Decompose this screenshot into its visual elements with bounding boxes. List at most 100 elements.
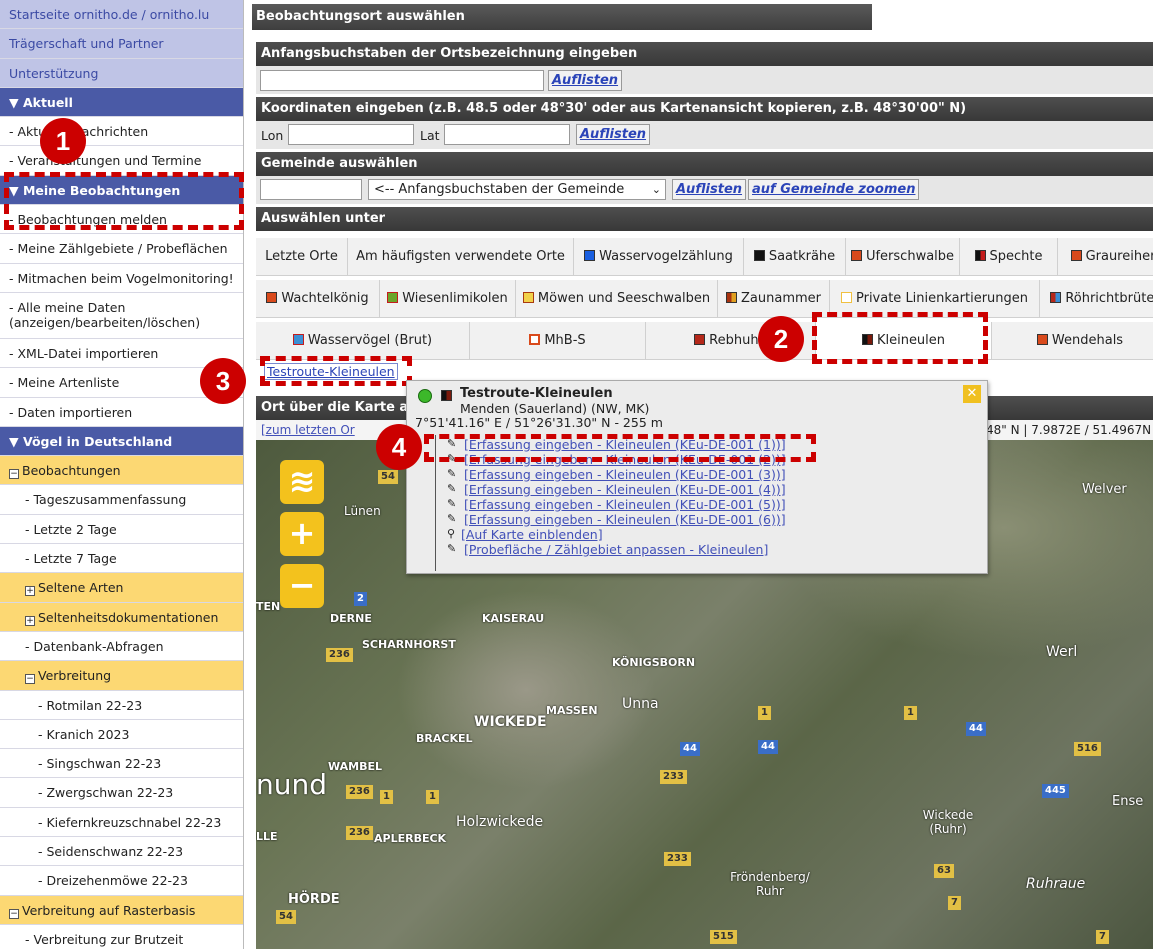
popup-link-erfassung-4[interactable]: [Erfassung eingeben - Kleineulen (KEu-DE…: [464, 482, 786, 497]
sidebar-item-seidenschwanz[interactable]: - Seidenschwanz 22-23: [0, 837, 243, 867]
zoom-in-button[interactable]: +: [280, 512, 324, 556]
popup-link-probeflaeche[interactable]: [Probefläche / Zählgebiet anpassen - Kle…: [464, 542, 768, 557]
sidebar-item-letzte-7-tage[interactable]: - Letzte 7 Tage: [0, 544, 243, 574]
square-icon: [974, 250, 986, 261]
sidebar-item-singschwan[interactable]: - Singschwan 22-23: [0, 749, 243, 779]
sidebar-group-beobachtungen[interactable]: − Beobachtungen: [0, 456, 243, 486]
sidebar-item-label: Letzte 2 Tage: [33, 521, 117, 537]
sidebar-group-verbreitung[interactable]: − Verbreitung: [0, 661, 243, 691]
collapse-icon: −: [9, 908, 19, 919]
tab-label: Wendehals: [1051, 333, 1124, 348]
sidebar-link-partner[interactable]: Trägerschaft und Partner: [0, 29, 243, 59]
sidebar-section-label: Aktuell: [22, 94, 73, 110]
gemeinde-input[interactable]: [260, 179, 362, 200]
tab-wasservogelzaehlung[interactable]: Wasservogelzählung: [574, 238, 744, 275]
popup-link-erfassung-6[interactable]: [Erfassung eingeben - Kleineulen (KEu-DE…: [464, 512, 786, 527]
road-label: 2: [354, 592, 367, 606]
sidebar-item-kranich[interactable]: - Kranich 2023: [0, 720, 243, 750]
sidebar-section-voegel[interactable]: ▼ Vögel in Deutschland: [0, 426, 243, 457]
sidebar-item-dreizehenmoewe[interactable]: - Dreizehenmöwe 22-23: [0, 866, 243, 896]
tab-saatkraehe[interactable]: Saatkrähe: [744, 238, 846, 275]
sidebar-section-label: Vögel in Deutschland: [22, 433, 173, 449]
section-header-auswaehlen: Auswählen unter: [256, 207, 1153, 231]
sidebar-item-kiefernkreuzschnabel[interactable]: - Kiefernkreuzschnabel 22-23: [0, 808, 243, 838]
sidebar-group-raster[interactable]: − Verbreitung auf Rasterbasis: [0, 895, 243, 925]
popup-link-erfassung-5[interactable]: [Erfassung eingeben - Kleineulen (KEu-DE…: [464, 497, 786, 512]
tab-wendehals[interactable]: Wendehals: [992, 322, 1153, 359]
tab-graureiher[interactable]: Graureiher: [1058, 238, 1153, 275]
popup-coords: 7°51'41.16" E / 51°26'31.30" N - 255 m: [415, 415, 663, 430]
ortsbezeichnung-input[interactable]: [260, 70, 544, 91]
lat-input[interactable]: [444, 124, 570, 145]
auflisten-button-3[interactable]: Auflisten: [672, 179, 747, 200]
sidebar-item-datenbank[interactable]: - Datenbank-Abfragen: [0, 632, 243, 662]
sidebar-item-label: Verbreitung zur Brutzeit: [33, 931, 184, 947]
tab-roehrichtbrueter[interactable]: Röhrichtbrüter: [1040, 280, 1153, 317]
tab-spechte[interactable]: Spechte: [960, 238, 1058, 275]
tab-haeufigste-orte[interactable]: Am häufigsten verwendete Orte: [348, 238, 574, 275]
annotation-box-route: [260, 356, 412, 386]
sidebar-item-zwergschwan[interactable]: - Zwergschwan 22-23: [0, 778, 243, 808]
sidebar-item-label: Alle meine Daten (anzeigen/bearbeiten/lö…: [9, 299, 201, 330]
sidebar-link-support[interactable]: Unterstützung: [0, 58, 243, 88]
square-icon: [441, 390, 452, 401]
popup-link-erfassung-3[interactable]: [Erfassung eingeben - Kleineulen (KEu-DE…: [464, 467, 786, 482]
square-icon: [694, 334, 706, 345]
zum-letzten-ort-link[interactable]: [zum letzten Or: [261, 423, 355, 437]
zoom-out-button[interactable]: −: [280, 564, 324, 608]
gemeinde-select[interactable]: <-- Anfangsbuchstaben der Gemeinde ⌄: [368, 179, 666, 200]
collapse-icon: −: [25, 674, 35, 685]
coord-readout: 48" N | 7.9872E / 51.4967N: [986, 423, 1152, 437]
sidebar-item-vogelmonitoring[interactable]: - Mitmachen beim Vogelmonitoring!: [0, 264, 243, 293]
gemeinde-select-value: <-- Anfangsbuchstaben der Gemeinde: [374, 182, 625, 197]
sidebar-link-home[interactable]: Startseite ornitho.de / ornitho.lu: [0, 0, 243, 30]
sidebar-item-brutzeit[interactable]: - Verbreitung zur Brutzeit: [0, 925, 243, 949]
sidebar-item-alle-daten[interactable]: - Alle meine Daten (anzeigen/bearbeiten/…: [0, 293, 243, 339]
road-label: 233: [664, 852, 691, 866]
triangle-down-icon: ▼: [9, 94, 23, 110]
road-label: 44: [680, 742, 700, 756]
tab-wiesenlimikolen[interactable]: Wiesenlimikolen: [380, 280, 516, 317]
tab-label: Möwen und Seeschwalben: [537, 291, 711, 306]
location-popup: Testroute-Kleineulen Menden (Sauerland) …: [406, 380, 988, 574]
map-place: Holzwickede: [456, 814, 544, 830]
sidebar-section-aktuell[interactable]: ▼ Aktuell: [0, 87, 243, 118]
sidebar-group-seltene-arten[interactable]: + Seltene Arten: [0, 573, 243, 603]
tab-letzte-orte[interactable]: Letzte Orte: [256, 238, 348, 275]
lon-input[interactable]: [288, 124, 414, 145]
tab-label: Röhrichtbrüter: [1065, 291, 1153, 306]
sidebar-item-daten-importieren[interactable]: - Daten importieren: [0, 398, 243, 427]
sidebar-item-rotmilan[interactable]: - Rotmilan 22-23: [0, 691, 243, 720]
sidebar-item-nachrichten[interactable]: - Aktuelle Nachrichten: [0, 117, 243, 147]
edit-icon: ✎: [447, 497, 457, 510]
sidebar-group-seltenheitsdoku[interactable]: + Seltenheitsdokumentationen: [0, 602, 243, 632]
close-icon[interactable]: ✕: [963, 385, 981, 403]
sidebar-item-label: Tageszusammenfassung: [33, 492, 187, 508]
auflisten-button-1[interactable]: Auflisten: [548, 70, 623, 91]
auf-gemeinde-zoomen-button[interactable]: auf Gemeinde zoomen: [748, 179, 920, 200]
map-place: WAMBEL: [328, 760, 383, 773]
map-place: Ruhraue: [1026, 876, 1086, 892]
section-header-ortsbezeichnung: Anfangsbuchstaben der Ortsbezeichnung ei…: [256, 42, 1153, 66]
road-label: 1: [426, 790, 439, 804]
tab-mhb-s[interactable]: MhB-S: [470, 322, 646, 359]
tab-wasservoegel-brut[interactable]: Wasservögel (Brut): [256, 322, 470, 359]
popup-link-auf-karte[interactable]: [Auf Karte einblenden]: [461, 527, 603, 542]
annotation-box-kleineulen: [812, 312, 988, 364]
sidebar-item-zaehlgebiete[interactable]: - Meine Zählgebiete / Probeflächen: [0, 234, 243, 264]
sidebar-item-letzte-2-tage[interactable]: - Letzte 2 Tage: [0, 515, 243, 545]
expand-icon: +: [25, 615, 35, 626]
popup-title: Testroute-Kleineulen: [460, 386, 613, 401]
map-place: WICKEDE: [474, 714, 547, 730]
sidebar-item-label: Dreizehenmöwe 22-23: [46, 873, 188, 889]
tab-moewen[interactable]: Möwen und Seeschwalben: [516, 280, 718, 317]
sidebar-item-label: Datenbank-Abfragen: [33, 638, 164, 654]
annotation-badge: 2: [758, 316, 804, 362]
triangle-down-icon: ▼: [9, 433, 23, 449]
tab-uferschwalbe[interactable]: Uferschwalbe: [846, 238, 960, 275]
square-icon: [850, 250, 862, 261]
auflisten-button-2[interactable]: Auflisten: [576, 124, 651, 145]
tab-wachtelkoenig[interactable]: Wachtelkönig: [256, 280, 380, 317]
sidebar-item-tageszusammenfassung[interactable]: - Tageszusammenfassung: [0, 485, 243, 515]
layers-icon[interactable]: ≋: [280, 460, 324, 504]
